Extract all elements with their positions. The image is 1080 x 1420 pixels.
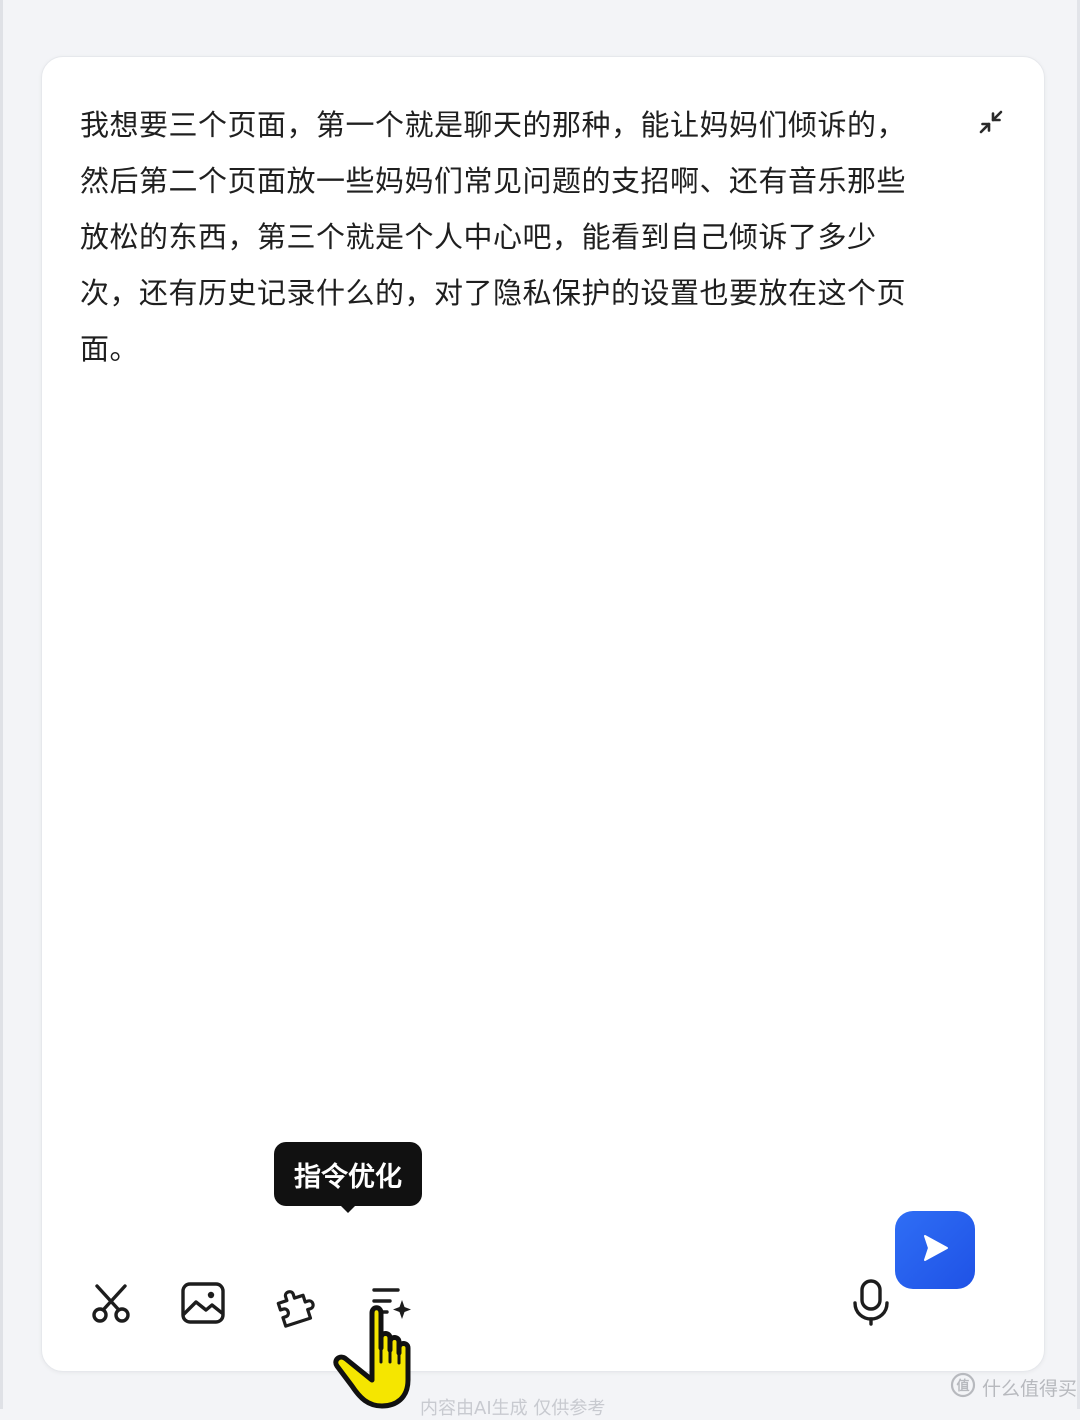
watermark: 值 什么值得买 xyxy=(950,1372,1077,1403)
image-upload-button[interactable] xyxy=(175,1277,231,1333)
footer-disclaimer: 内容由AI生成 仅供参考 xyxy=(420,1398,606,1419)
tooltip: 指令优化 xyxy=(274,1142,422,1206)
prompt-composer: 我想要三个页面，第一个就是聊天的那种，能让妈妈们倾诉的，然后第二个页面放一些妈妈… xyxy=(41,56,1045,1372)
prompt-optimize-icon xyxy=(365,1278,415,1332)
svg-text:值: 值 xyxy=(956,1378,969,1394)
scissors-button[interactable] xyxy=(83,1277,139,1333)
zhi-logo-icon: 值 xyxy=(950,1372,976,1403)
send-button[interactable] xyxy=(895,1211,975,1289)
microphone-icon xyxy=(849,1277,893,1331)
prompt-optimize-button[interactable] xyxy=(362,1277,418,1333)
collapse-button[interactable] xyxy=(974,107,1008,141)
tooltip-arrow xyxy=(341,1206,355,1213)
send-icon xyxy=(917,1230,953,1270)
plugin-button[interactable] xyxy=(268,1277,324,1333)
left-page-edge xyxy=(0,0,3,1409)
scissors-icon xyxy=(87,1279,135,1331)
plugin-icon xyxy=(271,1278,321,1332)
collapse-arrows-icon xyxy=(976,107,1006,141)
prompt-input[interactable]: 我想要三个页面，第一个就是聊天的那种，能让妈妈们倾诉的，然后第二个页面放一些妈妈… xyxy=(80,97,925,377)
image-icon xyxy=(178,1278,228,1332)
watermark-text: 什么值得买 xyxy=(982,1378,1078,1400)
microphone-button[interactable] xyxy=(843,1276,899,1332)
